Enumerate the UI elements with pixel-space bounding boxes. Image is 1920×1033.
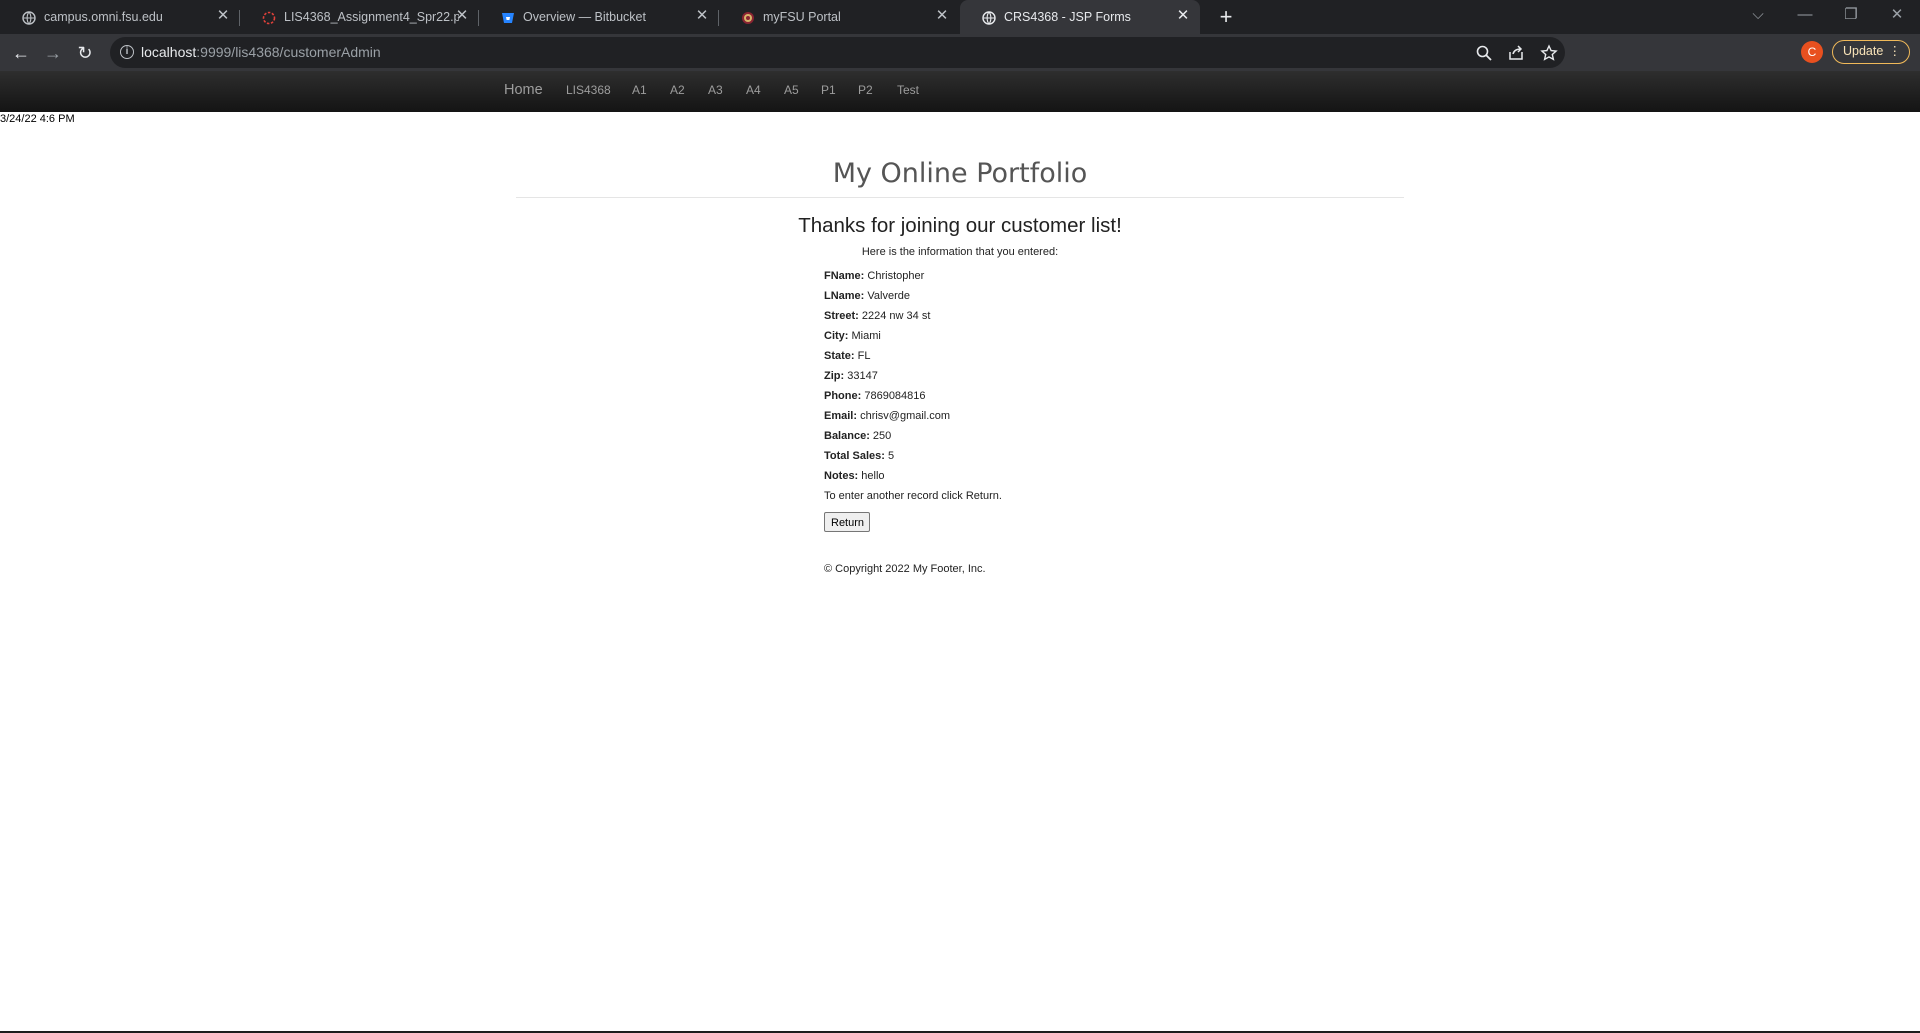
tab-bitbucket[interactable]: Overview — Bitbucket ✕ [479, 0, 719, 34]
field-label: Balance: [824, 430, 870, 442]
field-email: Email: chrisv@gmail.com [824, 410, 950, 422]
field-label: LName: [824, 290, 865, 302]
nav-home[interactable]: Home [504, 82, 543, 98]
close-tab-icon[interactable]: ✕ [694, 8, 710, 24]
field-state: State: FL [824, 350, 870, 362]
field-value: Miami [851, 330, 881, 342]
field-city: City: Miami [824, 330, 881, 342]
more-menu-icon[interactable]: ⋮ [1889, 41, 1902, 62]
share-icon[interactable] [1507, 44, 1525, 62]
profile-avatar[interactable]: C [1801, 41, 1823, 63]
nav-a2[interactable]: A2 [670, 83, 685, 97]
field-label: Phone: [824, 390, 862, 402]
close-tab-icon[interactable]: ✕ [215, 8, 231, 24]
return-instructions: To enter another record click Return. [824, 490, 1002, 502]
field-label: Total Sales: [824, 450, 885, 462]
reload-icon[interactable]: ↻ [73, 41, 97, 65]
footer-copyright: © Copyright 2022 My Footer, Inc. [824, 563, 986, 575]
tab-jsp-forms[interactable]: CRS4368 - JSP Forms ✕ [960, 0, 1200, 34]
update-button[interactable]: Update ⋮ [1832, 40, 1910, 64]
field-label: FName: [824, 270, 865, 282]
update-label: Update [1843, 44, 1884, 58]
return-button[interactable]: Return [824, 512, 870, 532]
field-balance: Balance: 250 [824, 430, 891, 442]
fsu-seal-icon [742, 12, 754, 24]
nav-lis4368[interactable]: LIS4368 [566, 83, 611, 97]
field-value: chrisv@gmail.com [860, 410, 951, 422]
nav-p2[interactable]: P2 [858, 83, 873, 97]
field-value: hello [861, 470, 885, 482]
field-label: Email: [824, 410, 858, 422]
minimize-icon[interactable]: — [1782, 0, 1828, 30]
globe-icon [982, 11, 996, 25]
field-label: State: [824, 350, 855, 362]
site-navbar: Home LIS4368 A1 A2 A3 A4 A5 P1 P2 Test [0, 71, 1920, 112]
tab-label: myFSU Portal [763, 10, 841, 24]
field-lname: LName: Valverde [824, 290, 910, 302]
pdf-loading-icon [262, 11, 276, 25]
field-value: 250 [872, 430, 892, 442]
tab-strip: campus.omni.fsu.edu ✕ LIS4368_Assignment… [0, 0, 1920, 34]
close-tab-icon[interactable]: ✕ [1175, 8, 1191, 24]
field-zip: Zip: 33147 [824, 370, 878, 382]
nav-a1[interactable]: A1 [632, 83, 647, 97]
field-value: 5 [888, 450, 895, 462]
field-label: Notes: [824, 470, 859, 482]
close-tab-icon[interactable]: ✕ [934, 8, 950, 24]
field-street: Street: 2224 nw 34 st [824, 310, 930, 322]
field-value: Christopher [867, 270, 925, 282]
forward-arrow-icon[interactable]: → [41, 41, 65, 65]
timestamp: 3/24/22 4:6 PM [0, 113, 75, 125]
thanks-heading: Thanks for joining our customer list! [798, 214, 1122, 237]
field-notes: Notes: hello [824, 470, 885, 482]
field-label: Zip: [824, 370, 845, 382]
field-value: 7869084816 [864, 390, 926, 402]
tab-myfsu-portal[interactable]: myFSU Portal ✕ [719, 0, 959, 34]
nav-test[interactable]: Test [897, 83, 919, 97]
tab-label: campus.omni.fsu.edu [44, 10, 163, 24]
nav-a4[interactable]: A4 [746, 83, 761, 97]
address-bar[interactable]: i localhost:9999/lis4368/customerAdmin [110, 37, 1565, 68]
field-label: Street: [824, 310, 859, 322]
bitbucket-icon [502, 13, 514, 23]
field-phone: Phone: 7869084816 [824, 390, 926, 402]
nav-p1[interactable]: P1 [821, 83, 836, 97]
field-value: 2224 nw 34 st [861, 310, 931, 322]
nav-a5[interactable]: A5 [784, 83, 799, 97]
url-path: :9999/lis4368/customerAdmin [196, 44, 381, 60]
close-tab-icon[interactable]: ✕ [454, 8, 470, 24]
zoom-icon[interactable] [1475, 44, 1493, 62]
field-value: FL [857, 350, 871, 362]
tab-search-chevron-icon[interactable]: ⌵ [1735, 0, 1781, 30]
new-tab-button[interactable]: + [1213, 4, 1239, 30]
field-fname: FName: Christopher [824, 270, 924, 282]
page-title: My Online Portfolio [832, 158, 1088, 189]
browser-toolbar: ← → ↻ i localhost:9999/lis4368/customerA… [0, 34, 1920, 95]
tab-label: CRS4368 - JSP Forms [1004, 10, 1131, 24]
tab-assignment-pdf[interactable]: LIS4368_Assignment4_Spr22.pdf ✕ [240, 0, 479, 34]
url-text[interactable]: localhost:9999/lis4368/customerAdmin [141, 44, 381, 60]
title-divider [516, 197, 1404, 198]
globe-icon [22, 11, 36, 25]
field-total-sales: Total Sales: 5 [824, 450, 894, 462]
tab-label: Overview — Bitbucket [523, 10, 646, 24]
bookmark-star-icon[interactable] [1540, 44, 1558, 62]
url-host: localhost [141, 44, 197, 60]
tab-label: LIS4368_Assignment4_Spr22.pdf [284, 10, 459, 24]
field-value: Valverde [867, 290, 911, 302]
back-arrow-icon[interactable]: ← [9, 41, 33, 65]
nav-a3[interactable]: A3 [708, 83, 723, 97]
close-window-icon[interactable]: ✕ [1874, 0, 1920, 30]
restore-icon[interactable]: ❐ [1828, 0, 1874, 30]
intro-text: Here is the information that you entered… [861, 246, 1059, 258]
site-info-icon[interactable]: i [120, 45, 134, 59]
field-value: 33147 [847, 370, 878, 382]
field-label: City: [824, 330, 849, 342]
tab-campus-omni[interactable]: campus.omni.fsu.edu ✕ [0, 0, 240, 34]
